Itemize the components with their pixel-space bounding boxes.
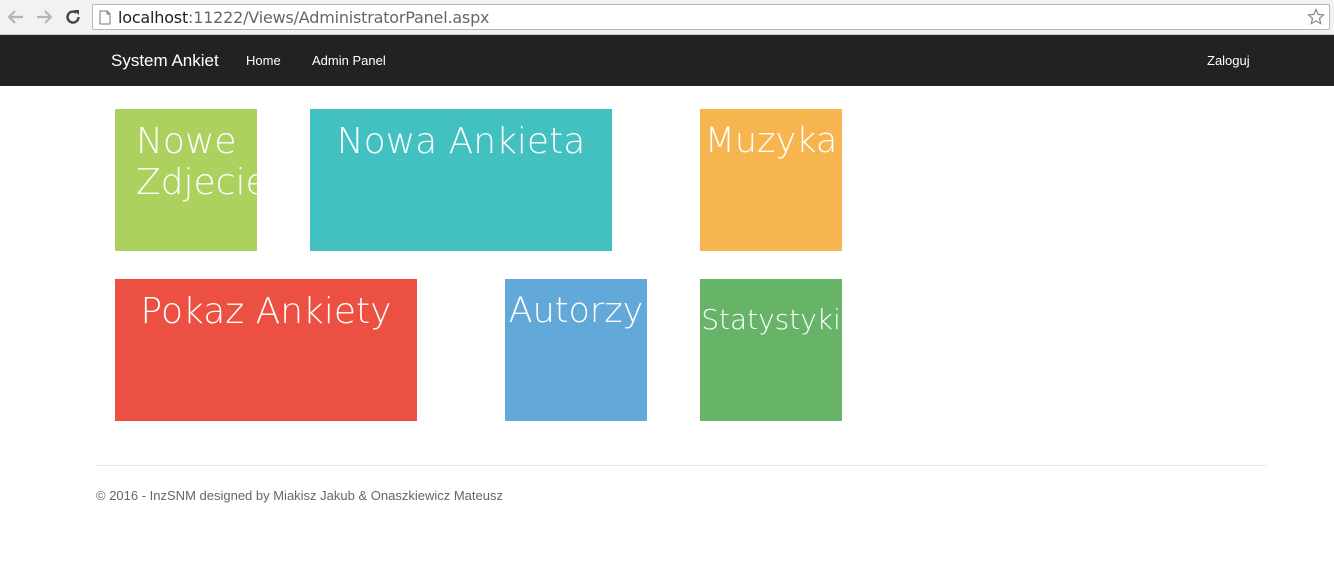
- tile-label: Nowe Zdjecie: [136, 121, 268, 204]
- tile-pokaz-ankiety[interactable]: Pokaz Ankiety: [115, 279, 417, 421]
- tile-muzyka[interactable]: Muzyka: [700, 109, 842, 251]
- tile-nowe-zdjecie[interactable]: Nowe Zdjecie: [115, 109, 268, 251]
- tile-label: Statystyki: [701, 303, 841, 336]
- top-navbar: System Ankiet Home Admin Panel Zaloguj: [0, 35, 1334, 86]
- tile-label: Autorzy: [508, 291, 644, 331]
- nav-link-admin-panel[interactable]: Admin Panel: [312, 53, 386, 68]
- footer-text: © 2016 - InzSNM designed by Miakisz Jaku…: [96, 488, 503, 503]
- tile-label: Muzyka: [704, 121, 838, 161]
- page-icon: [99, 10, 111, 30]
- forward-icon[interactable]: [34, 7, 54, 27]
- bookmark-star-icon[interactable]: [1307, 8, 1325, 31]
- browser-toolbar: localhost:11222/Views/AdministratorPanel…: [0, 0, 1334, 35]
- tile-statystyki[interactable]: Statystyki: [700, 279, 842, 421]
- tile-autorzy[interactable]: Autorzy: [505, 279, 647, 421]
- url-text: localhost:11222/Views/AdministratorPanel…: [118, 8, 489, 27]
- address-bar[interactable]: localhost:11222/Views/AdministratorPanel…: [92, 4, 1330, 30]
- brand-link[interactable]: System Ankiet: [111, 51, 219, 71]
- tile-label: Pokaz Ankiety: [140, 291, 392, 332]
- nav-link-home[interactable]: Home: [246, 53, 281, 68]
- url-host: localhost: [118, 8, 189, 27]
- login-link[interactable]: Zaloguj: [1207, 53, 1250, 68]
- tile-nowa-ankieta[interactable]: Nowa Ankieta: [310, 109, 612, 251]
- reload-icon[interactable]: [63, 7, 83, 27]
- footer-divider: [96, 465, 1266, 466]
- url-path: :11222/Views/AdministratorPanel.aspx: [188, 8, 490, 27]
- tile-label: Nowa Ankieta: [336, 121, 586, 162]
- back-icon[interactable]: [6, 7, 26, 27]
